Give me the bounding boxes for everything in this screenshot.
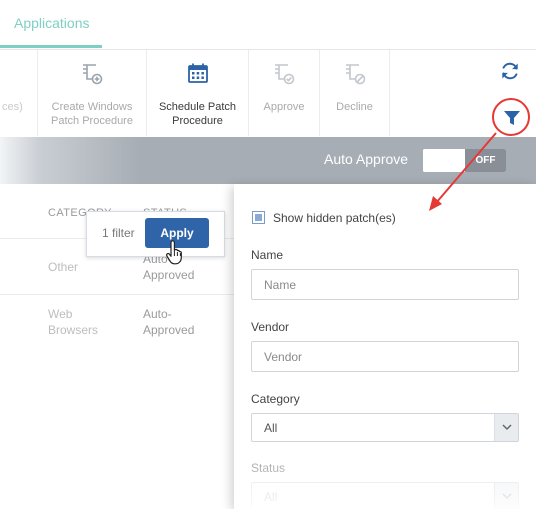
annotation-arrow — [429, 132, 497, 211]
